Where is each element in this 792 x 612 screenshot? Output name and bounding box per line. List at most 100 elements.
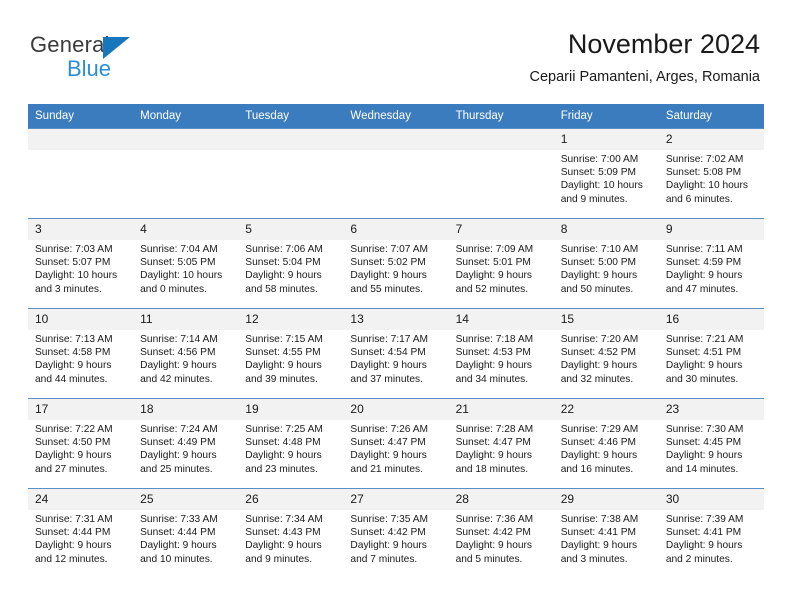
calendar-page: General Blue November 2024 Ceparii Paman… (0, 0, 792, 612)
day-cell[interactable]: 15 Sunrise: 7:20 AM Sunset: 4:52 PM Dayligh… (553, 308, 659, 399)
sunrise-time: Sunrise: 7:24 AM (140, 424, 218, 435)
day-cell[interactable]: 12 Sunrise: 7:15 AM Sunset: 4:55 PM Dayligh… (238, 308, 344, 399)
day-cell[interactable]: 3 Sunrise: 7:03 AM Sunset: 5:07 PM Daylight… (28, 218, 134, 309)
day-cell[interactable]: 21 Sunrise: 7:28 AM Sunset: 4:47 PM Dayligh… (448, 398, 554, 489)
day-cell[interactable]: 29 Sunrise: 7:38 AM Sunset: 4:41 PM Dayligh… (553, 488, 659, 578)
day-cell[interactable]: 14 Sunrise: 7:18 AM Sunset: 4:53 PM Dayligh… (448, 308, 554, 399)
daylight-line-1: Daylight: 9 hours (560, 270, 638, 282)
day-cell[interactable]: 2 Sunrise: 7:02 AM Sunset: 5:08 PM Daylight… (658, 128, 764, 219)
day-number: 4 (133, 219, 239, 240)
sunset-time: Sunset: 4:42 PM (455, 527, 531, 539)
weekday-header-monday: Monday (133, 104, 239, 129)
sunrise-time: Sunrise: 7:34 AM (245, 514, 323, 525)
day-cell[interactable]: 28 Sunrise: 7:36 AM Sunset: 4:42 PM Dayligh… (448, 488, 554, 578)
daylight-line-1: Daylight: 9 hours (35, 540, 112, 552)
day-number: 1 (553, 129, 659, 150)
daylight-line-1: Daylight: 9 hours (560, 360, 638, 372)
sunset-time: Sunset: 5:01 PM (455, 257, 531, 269)
sunset-time: Sunset: 4:48 PM (245, 437, 321, 449)
day-cell[interactable]: 20 Sunrise: 7:26 AM Sunset: 4:47 PM Dayligh… (343, 398, 449, 489)
day-number: 20 (343, 399, 449, 420)
day-details: Sunrise: 7:04 AM Sunset: 5:05 PM Daylight:… (133, 240, 238, 296)
daylight-line-1: Daylight: 9 hours (560, 450, 638, 462)
day-cell[interactable]: 19 Sunrise: 7:25 AM Sunset: 4:48 PM Dayligh… (238, 398, 344, 489)
daylight-line-2: and 47 minutes. (665, 283, 739, 295)
sunrise-time: Sunrise: 7:02 AM (665, 154, 744, 165)
day-number: 28 (448, 489, 554, 510)
day-cell[interactable]: 13 Sunrise: 7:17 AM Sunset: 4:54 PM Dayligh… (343, 308, 449, 399)
daylight-line-1: Daylight: 10 hours (35, 270, 118, 282)
day-cell[interactable]: 9 Sunrise: 7:11 AM Sunset: 4:59 PM Daylight… (658, 218, 764, 309)
sunset-time: Sunset: 4:52 PM (560, 347, 637, 359)
daylight-line-1: Daylight: 10 hours (140, 270, 223, 282)
day-cell[interactable]: 11 Sunrise: 7:14 AM Sunset: 4:56 PM Dayligh… (133, 308, 239, 399)
sunrise-time: Sunrise: 7:07 AM (350, 244, 429, 255)
day-number: 30 (658, 489, 764, 510)
weekday-header-friday: Friday (553, 104, 659, 129)
day-cell[interactable]: 1 Sunrise: 7:00 AM Sunset: 5:09 PM Daylight… (553, 128, 659, 219)
day-number: 16 (658, 309, 764, 330)
day-details: Sunrise: 7:14 AM Sunset: 4:56 PM Daylight:… (133, 330, 238, 386)
daylight-line-2: and 21 minutes. (350, 463, 423, 475)
sunset-time: Sunset: 4:41 PM (665, 527, 742, 539)
sunrise-time: Sunrise: 7:10 AM (560, 244, 639, 255)
day-cell-empty (133, 128, 239, 219)
generalblue-logo[interactable]: General Blue (30, 32, 240, 84)
day-details: Sunrise: 7:06 AM Sunset: 5:04 PM Daylight:… (238, 240, 343, 296)
daylight-line-2: and 9 minutes. (245, 553, 313, 565)
sunrise-time: Sunrise: 7:31 AM (35, 514, 113, 525)
daylight-line-2: and 37 minutes. (350, 373, 423, 385)
day-details: Sunrise: 7:22 AM Sunset: 4:50 PM Daylight:… (28, 420, 133, 476)
sunset-time: Sunset: 4:43 PM (245, 527, 321, 539)
daylight-line-1: Daylight: 9 hours (455, 540, 533, 552)
day-number: 14 (448, 309, 554, 330)
daylight-line-1: Daylight: 10 hours (665, 180, 748, 192)
day-cell[interactable]: 22 Sunrise: 7:29 AM Sunset: 4:46 PM Dayligh… (553, 398, 659, 489)
daylight-line-1: Daylight: 9 hours (665, 270, 743, 282)
day-number (28, 129, 134, 150)
daylight-line-2: and 50 minutes. (560, 283, 634, 295)
day-number: 10 (28, 309, 134, 330)
sunset-time: Sunset: 5:09 PM (560, 167, 637, 179)
sunset-time: Sunset: 4:49 PM (140, 437, 216, 449)
day-details: Sunrise: 7:11 AM Sunset: 4:59 PM Daylight:… (659, 240, 764, 296)
sunrise-time: Sunrise: 7:25 AM (245, 424, 323, 435)
day-number: 11 (133, 309, 239, 330)
day-cell[interactable]: 4 Sunrise: 7:04 AM Sunset: 5:05 PM Daylight… (133, 218, 239, 309)
weekday-header-thursday: Thursday (448, 104, 554, 129)
day-cell[interactable]: 6 Sunrise: 7:07 AM Sunset: 5:02 PM Daylight… (343, 218, 449, 309)
sunrise-time: Sunrise: 7:04 AM (140, 244, 218, 255)
weekday-header-wednesday: Wednesday (343, 104, 449, 129)
day-cell[interactable]: 17 Sunrise: 7:22 AM Sunset: 4:50 PM Dayligh… (28, 398, 134, 489)
sunrise-time: Sunrise: 7:21 AM (665, 334, 744, 345)
day-number (448, 129, 554, 150)
calendar-week-row: 24 Sunrise: 7:31 AM Sunset: 4:44 PM Dayligh… (28, 488, 764, 578)
day-cell[interactable]: 10 Sunrise: 7:13 AM Sunset: 4:58 PM Dayligh… (28, 308, 134, 399)
day-details: Sunrise: 7:13 AM Sunset: 4:58 PM Daylight:… (28, 330, 133, 386)
day-cell[interactable]: 26 Sunrise: 7:34 AM Sunset: 4:43 PM Dayligh… (238, 488, 344, 578)
day-details: Sunrise: 7:10 AM Sunset: 5:00 PM Daylight:… (554, 240, 659, 296)
day-details: Sunrise: 7:21 AM Sunset: 4:51 PM Daylight:… (659, 330, 764, 386)
day-cell[interactable]: 5 Sunrise: 7:06 AM Sunset: 5:04 PM Daylight… (238, 218, 344, 309)
day-cell[interactable]: 7 Sunrise: 7:09 AM Sunset: 5:01 PM Daylight… (448, 218, 554, 309)
day-cell[interactable]: 27 Sunrise: 7:35 AM Sunset: 4:42 PM Dayligh… (343, 488, 449, 578)
day-cell[interactable]: 25 Sunrise: 7:33 AM Sunset: 4:44 PM Dayligh… (133, 488, 239, 578)
day-cell[interactable]: 16 Sunrise: 7:21 AM Sunset: 4:51 PM Dayligh… (658, 308, 764, 399)
day-cell[interactable]: 30 Sunrise: 7:39 AM Sunset: 4:41 PM Dayligh… (658, 488, 764, 578)
sunrise-time: Sunrise: 7:38 AM (560, 514, 639, 525)
day-cell[interactable]: 24 Sunrise: 7:31 AM Sunset: 4:44 PM Dayligh… (28, 488, 134, 578)
calendar-header-row: Sunday Monday Tuesday Wednesday Thursday Frid… (28, 104, 764, 129)
daylight-line-2: and 10 minutes. (140, 553, 213, 565)
sunset-time: Sunset: 4:58 PM (35, 347, 111, 359)
daylight-line-2: and 27 minutes. (35, 463, 108, 475)
sunset-time: Sunset: 4:47 PM (455, 437, 531, 449)
sunset-time: Sunset: 4:53 PM (455, 347, 531, 359)
day-cell[interactable]: 8 Sunrise: 7:10 AM Sunset: 5:00 PM Daylight… (553, 218, 659, 309)
day-cell[interactable]: 18 Sunrise: 7:24 AM Sunset: 4:49 PM Dayligh… (133, 398, 239, 489)
day-cell[interactable]: 23 Sunrise: 7:30 AM Sunset: 4:45 PM Dayligh… (658, 398, 764, 489)
weekday-header-tuesday: Tuesday (238, 104, 344, 129)
page-title: November 2024 (567, 29, 760, 59)
day-details: Sunrise: 7:03 AM Sunset: 5:07 PM Daylight:… (28, 240, 133, 296)
daylight-line-1: Daylight: 9 hours (245, 450, 322, 462)
sunset-time: Sunset: 5:08 PM (665, 167, 742, 179)
